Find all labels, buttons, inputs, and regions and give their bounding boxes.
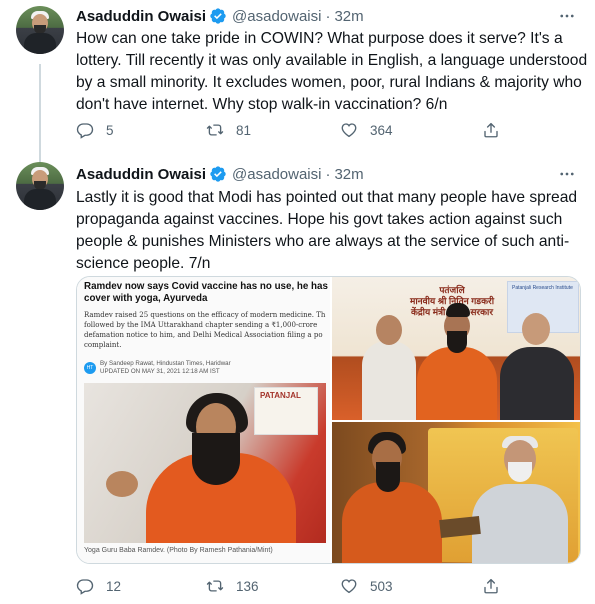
article-body-line: Ramdev raised 25 questions on the effica… [84, 311, 326, 319]
share-icon [484, 122, 498, 138]
sign-text: PATANJAL [260, 391, 301, 400]
article-photo: PATANJAL [84, 383, 326, 543]
byline-author: By Sandeep Rawat, Hindustan Times, Harid… [100, 360, 231, 367]
reply-count: 5 [106, 122, 114, 138]
author-name[interactable]: Asaduddin Owaisi [76, 166, 206, 183]
more-icon[interactable] [555, 164, 579, 184]
timestamp[interactable]: 32m [334, 8, 363, 25]
reply-count: 12 [106, 578, 122, 594]
share-button[interactable] [482, 121, 512, 139]
article-byline: HT By Sandeep Rawat, Hindustan Times, Ha… [84, 360, 231, 376]
reply-button[interactable]: 5 [76, 121, 114, 139]
timestamp[interactable]: 32m [334, 166, 363, 183]
tweet-text-line: don't have internet. Why stop walk-in va… [76, 96, 448, 113]
article-body-line: complaint. [84, 341, 122, 349]
tweet-text-line: people & punishes Ministers who are alwa… [76, 233, 570, 250]
like-count: 364 [370, 122, 393, 138]
retweet-button[interactable]: 81 [206, 121, 251, 139]
verified-badge-icon [210, 8, 226, 24]
more-icon[interactable] [555, 6, 579, 26]
article-body: Ramdev raised 25 questions on the effica… [84, 310, 328, 350]
media-article-screenshot[interactable]: Ramdev now says Covid vaccine has no use… [77, 277, 330, 563]
retweet-icon [206, 580, 224, 592]
tweet-actions: 12 136 503 [76, 576, 516, 596]
share-icon [484, 578, 498, 594]
author-name[interactable]: Asaduddin Owaisi [76, 8, 206, 25]
publisher-logo: HT [84, 362, 96, 374]
tweet-header: Asaduddin Owaisi @asadowaisi · 32m [76, 6, 364, 26]
separator-dot: · [325, 165, 331, 183]
reply-icon [76, 123, 94, 139]
avatar[interactable] [16, 162, 64, 210]
separator-dot: · [325, 7, 331, 25]
tweet-text-line: propaganda against vaccines. Hope his go… [76, 211, 563, 228]
verified-badge-icon [210, 166, 226, 182]
retweet-count: 81 [236, 122, 252, 138]
tweet-text: Lastly it is good that Modi has pointed … [76, 187, 581, 275]
tweet-text-line: lottery. Till recently it was only avail… [76, 52, 588, 69]
article-body-line: followed by the IMA Uttarakhand chapter … [84, 321, 318, 329]
tweet-text-line: Lastly it is good that Modi has pointed … [76, 189, 578, 206]
retweet-icon [206, 124, 224, 136]
reply-button[interactable]: 12 [76, 577, 121, 595]
byline-updated: UPDATED ON MAY 31, 2021 12:18 AM IST [100, 368, 220, 375]
like-button[interactable]: 364 [340, 121, 393, 139]
avatar[interactable] [16, 6, 64, 54]
media-meeting-photo[interactable] [332, 422, 580, 563]
tweet-text-line: by a small minority. It excludes women, … [76, 74, 582, 91]
thread-line [39, 64, 41, 164]
media-event-photo[interactable]: पतंजलि मानवीय श्री नितिन गडकरी केंद्रीय … [332, 277, 580, 420]
author-handle[interactable]: @asadowaisi [232, 8, 321, 25]
article-headline-line: cover with yoga, Ayurveda [84, 293, 208, 304]
tweet-text-line: How can one take pride in COWIN? What pu… [76, 30, 563, 47]
author-handle[interactable]: @asadowaisi [232, 166, 321, 183]
tweet-text: How can one take pride in COWIN? What pu… [76, 28, 588, 116]
photo-caption: Yoga Guru Baba Ramdev. (Photo By Ramesh … [84, 547, 273, 554]
tweet-media-grid[interactable]: Ramdev now says Covid vaccine has no use… [76, 276, 581, 564]
event-panel-title: Patanjali Research Institute [512, 285, 573, 291]
like-icon [341, 123, 357, 138]
article-body-line: defamation notice to him, and Delhi Medi… [84, 331, 323, 339]
like-count: 503 [370, 578, 393, 594]
tweet-text-line: science people. 7/n [76, 255, 211, 272]
retweet-button[interactable]: 136 [206, 577, 259, 595]
tweet-header: Asaduddin Owaisi @asadowaisi · 32m [76, 164, 364, 184]
share-button[interactable] [482, 577, 512, 595]
like-icon [341, 579, 357, 594]
reply-icon [76, 579, 94, 595]
retweet-count: 136 [236, 578, 259, 594]
article-headline-line: Ramdev now says Covid vaccine has no use… [84, 281, 328, 292]
like-button[interactable]: 503 [340, 577, 393, 595]
article-headline: Ramdev now says Covid vaccine has no use… [84, 281, 328, 305]
tweet-actions: 5 81 364 [76, 120, 516, 140]
tweet-1[interactable]: Asaduddin Owaisi @asadowaisi · 32m How c… [0, 0, 595, 164]
banner-line: पतंजलि [439, 285, 465, 295]
